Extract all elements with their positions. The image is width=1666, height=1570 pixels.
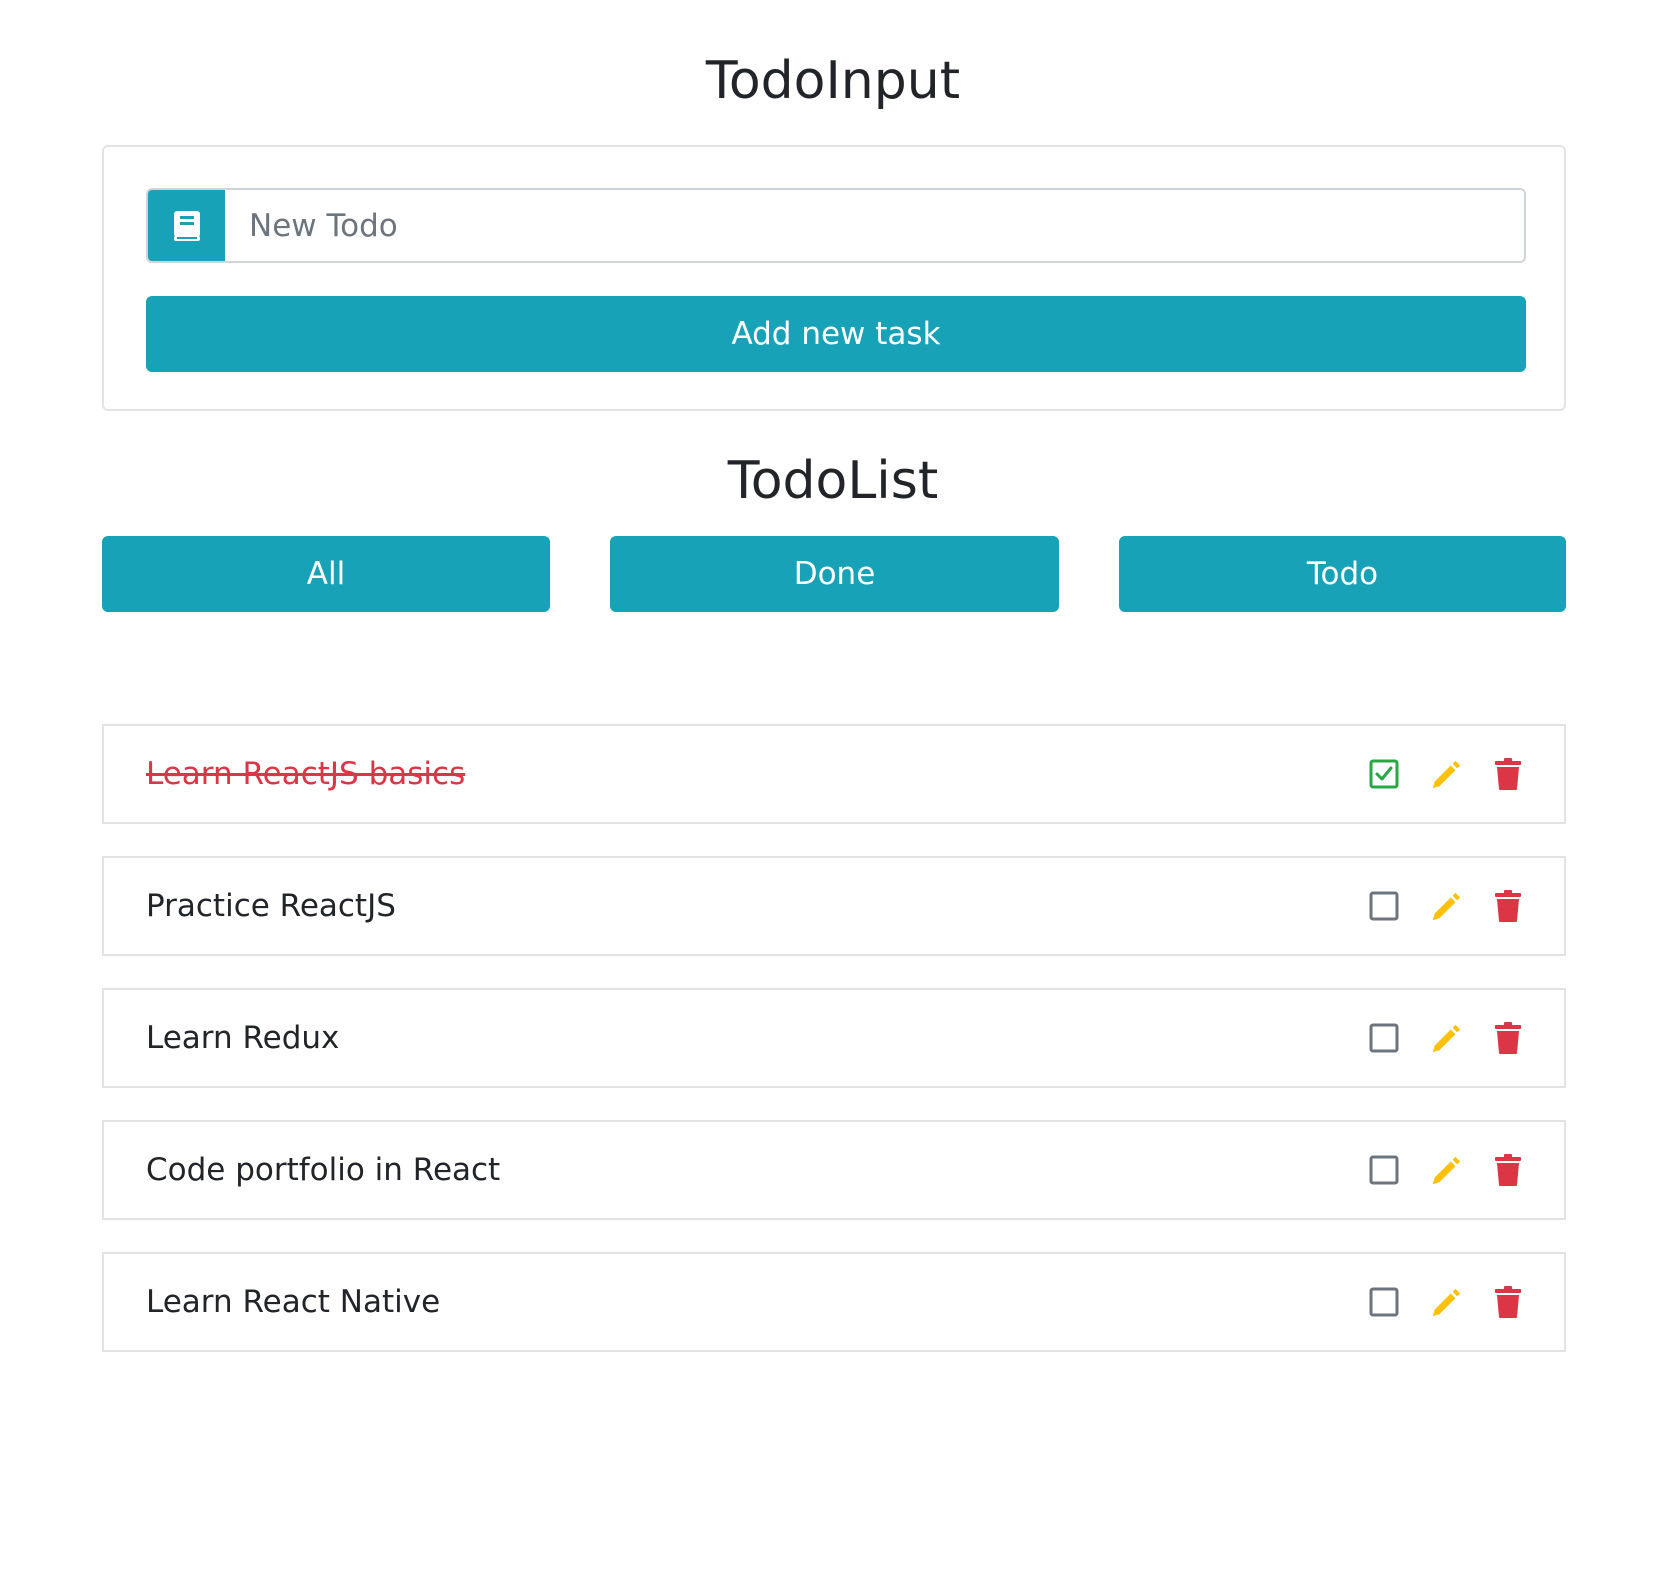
filter-todo-button[interactable]: Todo — [1119, 536, 1566, 612]
pencil-icon[interactable] — [1430, 758, 1462, 790]
todo-item: Learn Redux — [102, 988, 1566, 1088]
todo-item: Practice ReactJS — [102, 856, 1566, 956]
checkbox-unchecked-icon[interactable] — [1368, 1154, 1400, 1186]
checkbox-unchecked-icon[interactable] — [1368, 1022, 1400, 1054]
checkbox-unchecked-icon[interactable] — [1368, 890, 1400, 922]
todo-input-title: TodoInput — [705, 51, 961, 111]
trash-icon[interactable] — [1492, 1154, 1524, 1186]
trash-icon[interactable] — [1492, 1286, 1524, 1318]
todo-item-text: Practice ReactJS — [146, 888, 396, 924]
todo-item-actions — [1368, 726, 1524, 822]
todo-item-text: Learn ReactJS basics — [146, 756, 466, 792]
pencil-icon[interactable] — [1430, 890, 1462, 922]
checkbox-checked-icon[interactable] — [1368, 758, 1400, 790]
todo-item-text: Learn React Native — [146, 1284, 441, 1320]
todo-app: TodoInput Add new task TodoList All Done… — [0, 0, 1666, 1570]
todo-item-actions — [1368, 990, 1524, 1086]
todo-item-actions — [1368, 1122, 1524, 1218]
filter-all-button[interactable]: All — [102, 536, 550, 612]
trash-icon[interactable] — [1492, 890, 1524, 922]
todo-input-card: Add new task — [102, 145, 1566, 411]
pencil-icon[interactable] — [1430, 1286, 1462, 1318]
pencil-icon[interactable] — [1430, 1154, 1462, 1186]
checkbox-unchecked-icon[interactable] — [1368, 1286, 1400, 1318]
todo-list: Learn ReactJS basics Practice ReactJS Le… — [102, 724, 1566, 1384]
todo-input-group — [146, 188, 1526, 263]
todo-item: Code portfolio in React — [102, 1120, 1566, 1220]
todo-item-text: Code portfolio in React — [146, 1152, 501, 1188]
trash-icon[interactable] — [1492, 1022, 1524, 1054]
new-todo-input[interactable] — [225, 190, 1524, 261]
todo-item-actions — [1368, 1254, 1524, 1350]
todo-item-text: Learn Redux — [146, 1020, 340, 1056]
todo-item: Learn React Native — [102, 1252, 1566, 1352]
add-new-task-button[interactable]: Add new task — [146, 296, 1526, 372]
todo-item-actions — [1368, 858, 1524, 954]
trash-icon[interactable] — [1492, 758, 1524, 790]
filter-done-button[interactable]: Done — [610, 536, 1059, 612]
todo-item: Learn ReactJS basics — [102, 724, 1566, 824]
pencil-icon[interactable] — [1430, 1022, 1462, 1054]
book-icon — [148, 190, 225, 261]
todo-list-title: TodoList — [727, 451, 939, 511]
